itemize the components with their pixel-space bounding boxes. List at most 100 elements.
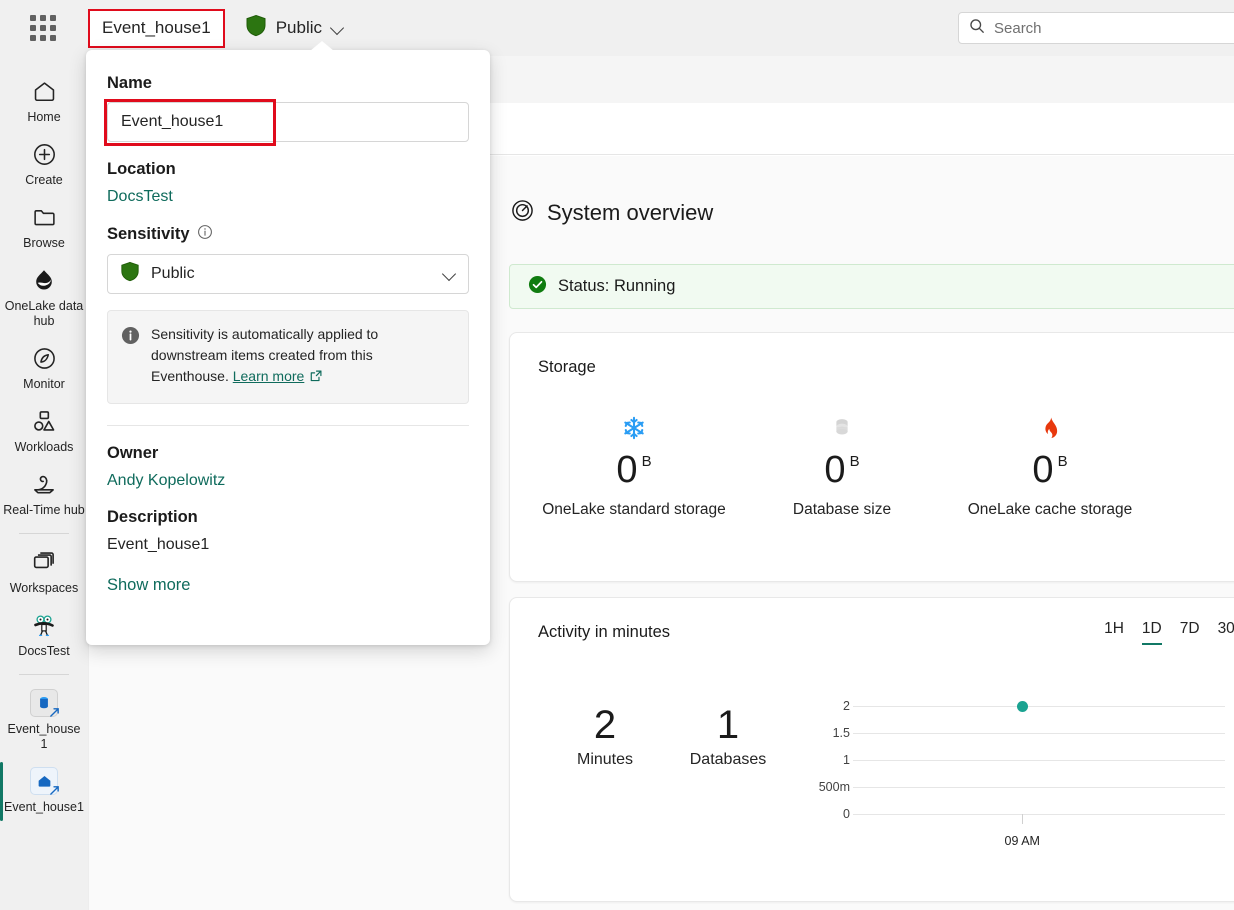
chevron-down-icon xyxy=(443,268,456,281)
search-box[interactable] xyxy=(958,12,1234,44)
onelake-icon xyxy=(30,266,58,294)
kql-database-icon xyxy=(30,689,59,717)
range-30d[interactable]: 30D xyxy=(1218,620,1234,645)
chart-data-point xyxy=(1016,700,1028,712)
sidebar-item-real-time-hub[interactable]: Real-Time hub xyxy=(2,463,86,526)
sidebar-item-label: Home xyxy=(27,110,61,124)
sidebar-item-eventhouse[interactable]: Event_house1 xyxy=(0,760,86,823)
metric-onelake-cache-storage: 0B OneLake cache storage xyxy=(946,411,1154,519)
time-range-tabs: 1H 1D 7D 30D xyxy=(1104,620,1234,645)
metric-database-size: 0B Database size xyxy=(738,411,946,519)
shield-icon xyxy=(245,14,267,42)
sidebar-item-workspaces[interactable]: Workspaces xyxy=(2,541,86,604)
sidebar-item-label: DocsTest xyxy=(18,644,70,658)
location-field-label: Location xyxy=(107,160,176,178)
range-1d[interactable]: 1D xyxy=(1141,620,1162,645)
sensitivity-field-label-row: Sensitivity xyxy=(107,224,469,245)
chart-x-tick-mark xyxy=(1022,814,1024,824)
minutes-value: 2 xyxy=(593,703,617,747)
info-icon[interactable] xyxy=(197,224,213,245)
sidebar-item-label: Event_house1 xyxy=(4,800,84,814)
flame-icon xyxy=(1037,411,1063,445)
realtime-hub-icon xyxy=(30,470,58,498)
shield-icon xyxy=(120,261,140,287)
page-title: System overview xyxy=(547,200,714,225)
metric-value: 0B xyxy=(616,449,652,491)
database-icon xyxy=(829,411,855,445)
app-header: Event_house1 Public xyxy=(0,0,1234,56)
workspace-avatar-icon xyxy=(30,611,58,639)
sidebar-item-browse[interactable]: Browse xyxy=(2,196,86,259)
sidebar-item-label: Event_house 1 xyxy=(7,722,81,751)
sidebar-item-workloads[interactable]: Workloads xyxy=(2,400,86,463)
metric-onelake-standard-storage: 0B OneLake standard storage xyxy=(530,411,738,519)
owner-field-label: Owner xyxy=(107,444,159,462)
workspaces-icon xyxy=(30,548,58,576)
storage-card-title: Storage xyxy=(538,358,596,376)
name-field-label: Name xyxy=(107,74,152,92)
sidebar-item-kql-database[interactable]: Event_house 1 xyxy=(2,682,86,760)
minutes-label: Minutes xyxy=(576,751,634,768)
sidebar-item-onelake-data-hub[interactable]: OneLake data hub xyxy=(2,259,86,337)
left-navigation-rail: Home Create Browse OneLake data hub Moni… xyxy=(0,56,88,910)
chart-y-tick-label: 1 xyxy=(843,753,850,767)
chart-x-tick-label: 09 AM xyxy=(1004,834,1040,848)
external-link-icon[interactable] xyxy=(309,368,323,389)
sidebar-item-label: Workspaces xyxy=(9,581,79,595)
name-input-value: Event_house1 xyxy=(121,113,224,130)
range-7d[interactable]: 7D xyxy=(1180,620,1200,645)
app-launcher-icon[interactable] xyxy=(28,13,58,43)
chart-gridline xyxy=(853,787,1225,788)
sensitivity-info-box: Sensitivity is automatically applied to … xyxy=(107,310,469,404)
sidebar-item-monitor[interactable]: Monitor xyxy=(2,337,86,400)
chart-gridline xyxy=(853,733,1225,734)
location-link[interactable]: DocsTest xyxy=(107,188,469,206)
system-overview-header: System overview xyxy=(510,198,713,228)
storage-metrics: 0B OneLake standard storage 0B Database … xyxy=(530,411,1234,519)
range-1h[interactable]: 1H xyxy=(1104,620,1124,645)
metric-label: OneLake standard storage xyxy=(542,501,726,518)
sidebar-item-create[interactable]: Create xyxy=(2,133,86,196)
metric-label: Database size xyxy=(792,501,892,518)
status-badge: Status: Running xyxy=(509,264,1234,309)
storage-card: Storage 0B OneLake standard storage 0 B … xyxy=(509,332,1234,582)
folder-icon xyxy=(30,203,58,231)
activity-minutes: 2 Minutes xyxy=(550,703,660,769)
plus-circle-icon xyxy=(30,140,58,168)
chevron-down-icon xyxy=(331,22,344,35)
monitor-gauge-icon xyxy=(30,344,58,372)
search-input[interactable] xyxy=(994,19,1234,37)
rail-divider xyxy=(19,674,69,675)
eventhouse-icon xyxy=(30,767,59,795)
activity-card: Activity in minutes 1H 1D 7D 30D 2 Minut… xyxy=(509,597,1234,902)
activity-card-title: Activity in minutes xyxy=(538,623,671,641)
databases-value: 1 xyxy=(716,703,740,747)
learn-more-link[interactable]: Learn more xyxy=(233,368,305,384)
sidebar-item-label: Workloads xyxy=(14,440,74,454)
info-filled-icon xyxy=(121,326,140,389)
sidebar-item-label: Real-Time hub xyxy=(3,503,85,517)
chart-gridline xyxy=(853,760,1225,761)
snowflake-icon xyxy=(621,411,647,445)
home-icon xyxy=(30,77,58,105)
chart-y-tick-label: 2 xyxy=(843,699,850,713)
item-title-button[interactable]: Event_house1 xyxy=(88,8,225,48)
chart-y-tick-label: 0 xyxy=(843,807,850,821)
sensitivity-label: Public xyxy=(275,18,323,37)
workloads-icon xyxy=(30,407,58,435)
sensitivity-button[interactable]: Public xyxy=(245,14,344,42)
sidebar-item-docstest[interactable]: DocsTest xyxy=(2,604,86,667)
show-more-link[interactable]: Show more xyxy=(107,576,190,595)
sensitivity-dropdown[interactable]: Public xyxy=(107,254,469,294)
sensitivity-info-text: Sensitivity is automatically applied to … xyxy=(151,324,454,389)
chart-y-tick-label: 500m xyxy=(818,780,850,794)
owner-link[interactable]: Andy Kopelowitz xyxy=(107,472,469,490)
chart-y-tick-label: 1.5 xyxy=(832,726,850,740)
sidebar-item-label: OneLake data hub xyxy=(4,299,84,328)
description-field-label: Description xyxy=(107,508,198,526)
name-input[interactable]: Event_house1 xyxy=(104,99,469,146)
sidebar-item-label: Create xyxy=(25,173,63,187)
rail-divider xyxy=(19,533,69,534)
metric-value: 0B xyxy=(824,449,860,491)
sidebar-item-home[interactable]: Home xyxy=(2,70,86,133)
